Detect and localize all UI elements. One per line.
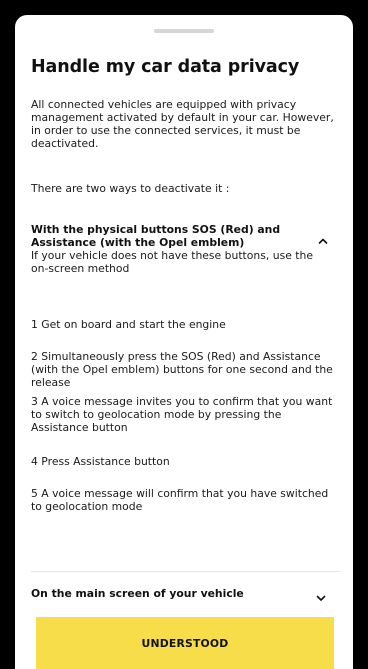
accordion-divider <box>31 571 341 572</box>
ways-text: There are two ways to deactivate it : <box>31 182 230 195</box>
accordion-physical-title: With the physical buttons SOS (Red) and … <box>31 223 281 249</box>
chevron-down-icon[interactable] <box>315 592 327 604</box>
sheet-drag-handle[interactable] <box>154 29 214 33</box>
step-item: 3 A voice message invites you to confirm… <box>31 395 333 434</box>
intro-text: All connected vehicles are equipped with… <box>31 98 334 150</box>
bottom-sheet: Handle my car data privacy All connected… <box>15 15 353 669</box>
accordion-physical-subtitle: If your vehicle does not have these butt… <box>31 249 313 275</box>
accordion-main-screen-header[interactable]: On the main screen of your vehicle <box>31 587 341 617</box>
chevron-up-icon[interactable] <box>317 235 329 247</box>
step-item: 2 Simultaneously press the SOS (Red) and… <box>31 350 333 389</box>
accordion-screen-title: On the main screen of your vehicle <box>31 587 244 600</box>
page-title: Handle my car data privacy <box>31 57 300 77</box>
accordion-physical-buttons-header[interactable]: With the physical buttons SOS (Red) and … <box>31 223 341 275</box>
understood-button[interactable]: UNDERSTOOD <box>36 617 334 669</box>
step-item: 5 A voice message will confirm that you … <box>31 487 329 513</box>
step-item: 4 Press Assistance button <box>31 455 170 468</box>
step-item: 1 Get on board and start the engine <box>31 318 226 331</box>
